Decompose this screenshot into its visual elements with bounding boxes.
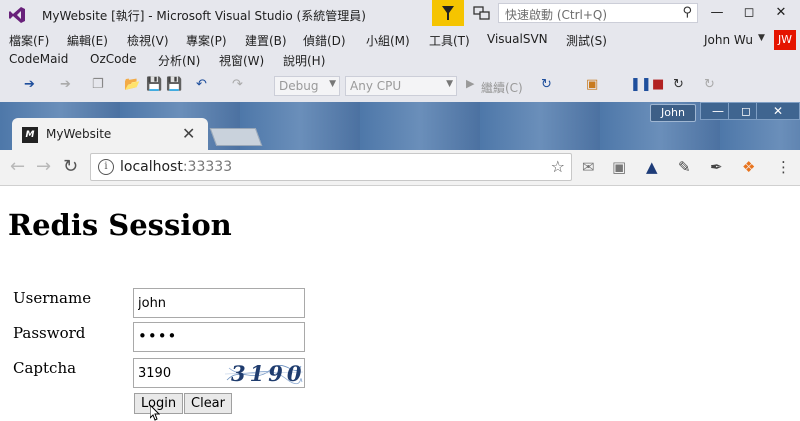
- new-project-icon[interactable]: ❐: [92, 77, 104, 92]
- screenshot-extension-icon[interactable]: ▣: [612, 158, 626, 176]
- password-input[interactable]: ••••: [133, 322, 305, 352]
- browser-forward-icon[interactable]: →: [36, 156, 51, 177]
- notification-filter-icon[interactable]: [432, 0, 464, 26]
- page-title: Redis Session: [8, 208, 232, 242]
- platform-value: Any CPU: [350, 79, 402, 93]
- menu-item-team[interactable]: 小組(M): [366, 32, 410, 49]
- solution-configuration-select[interactable]: Debug ▼: [274, 76, 340, 96]
- avatar[interactable]: JW: [774, 30, 796, 50]
- address-bar[interactable]: i localhost:33333 ☆: [90, 153, 572, 181]
- forward-icon[interactable]: ➔: [60, 77, 71, 92]
- menu-item-build[interactable]: 建置(B): [245, 32, 287, 49]
- site-favicon-icon: M: [22, 127, 38, 143]
- menu-bar-row2: CodeMaid OzCode 分析(N) 視窗(W) 說明(H): [0, 50, 800, 71]
- feedback-icon[interactable]: [472, 5, 492, 23]
- url-port: :33333: [182, 159, 233, 175]
- tamper-extension-icon[interactable]: ▲: [646, 158, 658, 176]
- menu-item-ozcode[interactable]: OzCode: [90, 52, 136, 66]
- menu-item-window[interactable]: 視窗(W): [219, 52, 264, 69]
- menu-item-visualsvn[interactable]: VisualSVN: [487, 32, 548, 46]
- vs-toolbar: ➔ ➔ ❐ 📂 💾 💾 ↶ ↷ Debug ▼ Any CPU ▼ ▶ 繼續(C) …: [0, 71, 800, 103]
- orange-extension-icon[interactable]: ❖: [742, 158, 755, 176]
- chrome-window-frame: John — ◻ ✕ M MyWebsite ✕: [0, 102, 800, 150]
- save-icon[interactable]: 💾: [146, 77, 162, 92]
- maximize-icon[interactable]: ◻: [734, 4, 764, 24]
- continue-button[interactable]: 繼續(C): [481, 79, 523, 96]
- refresh-icon[interactable]: ↻: [541, 77, 552, 92]
- captcha-label: Captcha: [13, 359, 77, 377]
- save-all-icon[interactable]: 💾: [166, 77, 182, 92]
- back-icon[interactable]: ➔: [24, 77, 35, 92]
- username-label: Username: [13, 289, 92, 307]
- tab-title: MyWebsite: [46, 127, 112, 141]
- chrome-close-icon[interactable]: ✕: [756, 102, 800, 120]
- tab-close-icon[interactable]: ✕: [182, 124, 195, 143]
- redo-icon[interactable]: ↷: [232, 77, 243, 92]
- browser-toolbar: ← → ↻ i localhost:33333 ☆ ✉ ▣ ▲ ✎ ✒ ❖ ⋮: [0, 150, 800, 186]
- menu-item-codemaid[interactable]: CodeMaid: [9, 52, 68, 66]
- menu-item-edit[interactable]: 編輯(E): [67, 32, 108, 49]
- menu-item-analyze[interactable]: 分析(N): [158, 52, 200, 69]
- bookmark-star-icon[interactable]: ☆: [551, 157, 565, 176]
- mail-extension-icon[interactable]: ✉: [582, 158, 595, 176]
- browser-tab[interactable]: M MyWebsite ✕: [12, 118, 208, 150]
- captcha-text: 3190: [231, 361, 303, 386]
- step-icon[interactable]: ↻: [704, 77, 715, 92]
- mouse-pointer-icon: [150, 405, 160, 421]
- browser-link-icon[interactable]: ▣: [586, 77, 598, 92]
- web-page: Redis Session Username Password •••• Cap…: [0, 186, 800, 421]
- new-tab-button[interactable]: [209, 128, 263, 146]
- menu-item-debug[interactable]: 偵錯(D): [303, 32, 346, 49]
- clipboard-extension-icon[interactable]: ✎: [678, 158, 691, 176]
- quick-launch-input[interactable]: 快速啟動 (Ctrl+Q) ⚲: [498, 3, 698, 23]
- browser-back-icon[interactable]: ←: [10, 156, 25, 177]
- stop-icon[interactable]: ■: [652, 77, 664, 92]
- configuration-value: Debug: [279, 79, 319, 93]
- clear-button[interactable]: Clear: [184, 393, 232, 414]
- solution-platform-select[interactable]: Any CPU ▼: [345, 76, 457, 96]
- menu-item-tools[interactable]: 工具(T): [429, 32, 470, 49]
- menu-item-project[interactable]: 專案(P): [186, 32, 227, 49]
- undo-icon[interactable]: ↶: [196, 77, 207, 92]
- captcha-image: 3190: [225, 360, 303, 386]
- minimize-icon[interactable]: —: [702, 4, 732, 24]
- visual-studio-logo-icon: [9, 7, 25, 23]
- menu-item-file[interactable]: 檔案(F): [9, 32, 49, 49]
- menu-item-test[interactable]: 測試(S): [566, 32, 607, 49]
- url-text: localhost:33333: [120, 159, 232, 175]
- close-icon[interactable]: ✕: [766, 4, 796, 24]
- chrome-menu-icon[interactable]: ⋮: [776, 158, 791, 176]
- eyedropper-extension-icon[interactable]: ✒: [710, 158, 723, 176]
- quick-launch-placeholder: 快速啟動 (Ctrl+Q): [505, 8, 608, 22]
- account-name[interactable]: John Wu: [704, 33, 753, 47]
- pause-icon[interactable]: ❚❚: [630, 77, 652, 92]
- browser-reload-icon[interactable]: ↻: [63, 156, 78, 177]
- chrome-profile-button[interactable]: John: [650, 104, 696, 122]
- restart-icon[interactable]: ↻: [673, 77, 684, 92]
- menu-bar: 檔案(F) 編輯(E) 檢視(V) 專案(P) 建置(B) 偵錯(D) 小組(M…: [0, 30, 800, 50]
- username-input[interactable]: [133, 288, 305, 318]
- password-label: Password: [13, 324, 86, 342]
- search-icon: ⚲: [682, 5, 692, 20]
- site-info-icon[interactable]: i: [98, 159, 114, 175]
- menu-item-help[interactable]: 說明(H): [283, 52, 325, 69]
- open-folder-icon[interactable]: 📂: [124, 77, 140, 92]
- vs-title-bar: MyWebsite [執行] - Microsoft Visual Studio…: [0, 0, 800, 30]
- continue-icon[interactable]: ▶: [466, 77, 474, 90]
- window-title: MyWebsite [執行] - Microsoft Visual Studio…: [42, 9, 366, 23]
- account-dropdown-icon[interactable]: ▼: [758, 33, 765, 43]
- url-host: localhost: [120, 159, 183, 175]
- menu-item-view[interactable]: 檢視(V): [127, 32, 169, 49]
